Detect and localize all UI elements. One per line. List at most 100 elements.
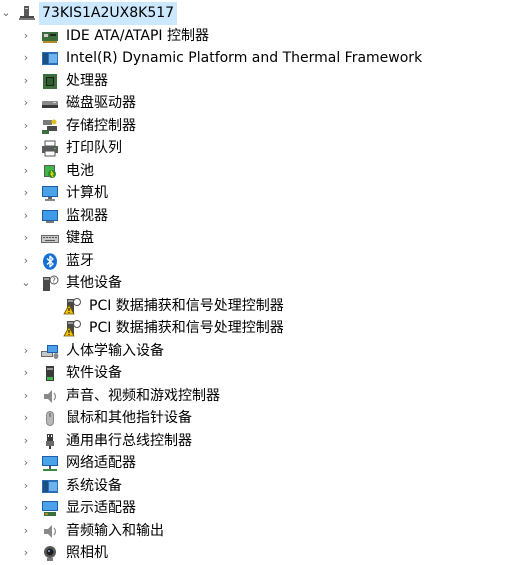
tree-item-sound-video-game[interactable]: › 声音、视频和游戏控制器: [0, 385, 529, 408]
tree-item-camera[interactable]: › 照相机: [0, 542, 529, 565]
chevron-right-icon[interactable]: ›: [20, 250, 32, 273]
storage-controller-icon: [41, 118, 59, 135]
chevron-right-icon[interactable]: ›: [20, 160, 32, 183]
tree-item-audio-io[interactable]: › 音频输入和输出: [0, 520, 529, 543]
hid-icon: [41, 343, 59, 360]
chevron-right-icon[interactable]: ›: [20, 227, 32, 250]
computer-icon: [18, 5, 36, 22]
tree-item-label: 键盘: [66, 230, 94, 246]
system-device-icon: [41, 478, 59, 495]
tree-item-label: 网络适配器: [66, 455, 136, 471]
tree-item-ide-controller[interactable]: › IDE ATA/ATAPI 控制器: [0, 25, 529, 48]
platform-device-icon: [41, 50, 59, 67]
chevron-right-icon[interactable]: ›: [20, 497, 32, 520]
tree-item-mouse[interactable]: › 鼠标和其他指针设备: [0, 407, 529, 430]
chevron-right-icon[interactable]: ›: [20, 475, 32, 498]
warning-device-icon: [63, 297, 81, 315]
camera-icon: [41, 545, 59, 562]
tree-item-label: IDE ATA/ATAPI 控制器: [66, 27, 210, 44]
tree-item-network-adapters[interactable]: › 网络适配器: [0, 452, 529, 475]
tree-item-label: 照相机: [66, 545, 108, 561]
tree-item-monitor[interactable]: › 监视器: [0, 205, 529, 228]
tree-item-intel-dptf[interactable]: › Intel(R) Dynamic Platform and Thermal …: [0, 47, 529, 70]
tree-item-label: 声音、视频和游戏控制器: [66, 387, 220, 404]
speaker-icon: [41, 388, 59, 405]
tree-item-label: 计算机: [66, 185, 108, 201]
chevron-right-icon[interactable]: ›: [20, 70, 32, 93]
chevron-right-icon[interactable]: ›: [20, 430, 32, 453]
chevron-down-icon[interactable]: ⌄: [0, 2, 12, 25]
display-adapter-icon: [41, 500, 59, 517]
printer-icon: [41, 140, 59, 157]
tree-item-pci-controller[interactable]: PCI 数据捕获和信号处理控制器: [0, 295, 529, 318]
tree-item-label: 鼠标和其他指针设备: [66, 410, 192, 426]
software-device-icon: [41, 365, 59, 382]
tree-item-bluetooth[interactable]: › 蓝牙: [0, 250, 529, 273]
mouse-icon: [41, 410, 59, 427]
tree-item-software-devices[interactable]: › 软件设备: [0, 362, 529, 385]
chevron-right-icon[interactable]: ›: [20, 340, 32, 363]
tree-item-label: 人体学输入设备: [66, 342, 164, 359]
keyboard-icon: [41, 230, 59, 247]
tree-item-label: 蓝牙: [66, 252, 94, 269]
chevron-right-icon[interactable]: ›: [20, 542, 32, 565]
chevron-right-icon[interactable]: ›: [20, 205, 32, 228]
chevron-right-icon[interactable]: ›: [20, 92, 32, 115]
unknown-device-icon: ?: [41, 275, 59, 292]
tree-item-display-adapters[interactable]: › 显示适配器: [0, 497, 529, 520]
tree-item-label: PCI 数据捕获和信号处理控制器: [89, 297, 284, 314]
tree-item-label: 电池: [66, 162, 94, 179]
tree-item-storage-controller[interactable]: › 存储控制器: [0, 115, 529, 138]
bluetooth-icon: [41, 252, 59, 270]
tree-item-hid[interactable]: › 人体学输入设备: [0, 340, 529, 363]
chevron-right-icon[interactable]: ›: [20, 385, 32, 408]
disk-drive-icon: [41, 95, 59, 112]
tree-root-node[interactable]: ⌄ 73KIS1A2UX8K517: [0, 2, 529, 25]
tree-item-label: 处理器: [66, 72, 108, 89]
tree-item-label: 磁盘驱动器: [66, 95, 136, 111]
tree-item-battery[interactable]: › 电池: [0, 160, 529, 183]
tree-item-usb-controllers[interactable]: › 通用串行总线控制器: [0, 430, 529, 453]
chevron-right-icon[interactable]: ›: [20, 452, 32, 475]
chevron-right-icon[interactable]: ›: [20, 115, 32, 138]
usb-icon: [41, 433, 59, 450]
chevron-right-icon[interactable]: ›: [20, 137, 32, 160]
computer-monitor-icon: [41, 185, 59, 202]
chevron-right-icon[interactable]: ›: [20, 407, 32, 430]
tree-item-label: 显示适配器: [66, 500, 136, 516]
chevron-right-icon[interactable]: ›: [20, 47, 32, 70]
tree-item-other-devices[interactable]: ⌄ ? 其他设备: [0, 272, 529, 295]
warning-device-icon: [63, 320, 81, 337]
tree-item-pci-controller[interactable]: PCI 数据捕获和信号处理控制器: [0, 317, 529, 340]
tree-item-label: 软件设备: [66, 365, 122, 381]
tree-item-print-queue[interactable]: › 打印队列: [0, 137, 529, 160]
tree-item-label: 监视器: [66, 207, 108, 224]
tree-item-label: 通用串行总线控制器: [66, 432, 192, 449]
tree-item-label: 打印队列: [66, 140, 122, 156]
chevron-right-icon[interactable]: ›: [20, 520, 32, 543]
chevron-right-icon[interactable]: ›: [20, 25, 32, 48]
tree-item-system-devices[interactable]: › 系统设备: [0, 475, 529, 498]
monitor-icon: [41, 208, 59, 225]
processor-icon: [41, 73, 59, 90]
audio-io-icon: [41, 523, 59, 540]
device-tree[interactable]: ⌄ 73KIS1A2UX8K517 › IDE ATA/ATAPI 控制器 ›: [0, 2, 529, 565]
tree-item-disk-drive[interactable]: › 磁盘驱动器: [0, 92, 529, 115]
tree-item-label: PCI 数据捕获和信号处理控制器: [89, 320, 284, 336]
tree-item-computer[interactable]: › 计算机: [0, 182, 529, 205]
tree-item-processor[interactable]: › 处理器: [0, 70, 529, 93]
chevron-down-icon[interactable]: ⌄: [20, 272, 32, 295]
tree-root-label: 73KIS1A2UX8K517: [39, 2, 178, 25]
tree-item-keyboard[interactable]: › 键盘: [0, 227, 529, 250]
tree-item-label: 其他设备: [66, 275, 122, 291]
battery-icon: [41, 163, 59, 180]
ide-controller-icon: [41, 28, 59, 45]
chevron-right-icon[interactable]: ›: [20, 362, 32, 385]
svg-text:?: ?: [52, 277, 56, 285]
tree-item-label: 存储控制器: [66, 117, 136, 134]
tree-item-label: Intel(R) Dynamic Platform and Thermal Fr…: [66, 50, 423, 66]
network-adapter-icon: [41, 455, 59, 472]
tree-item-label: 音频输入和输出: [66, 522, 164, 539]
tree-item-label: 系统设备: [66, 477, 122, 494]
chevron-right-icon[interactable]: ›: [20, 182, 32, 205]
